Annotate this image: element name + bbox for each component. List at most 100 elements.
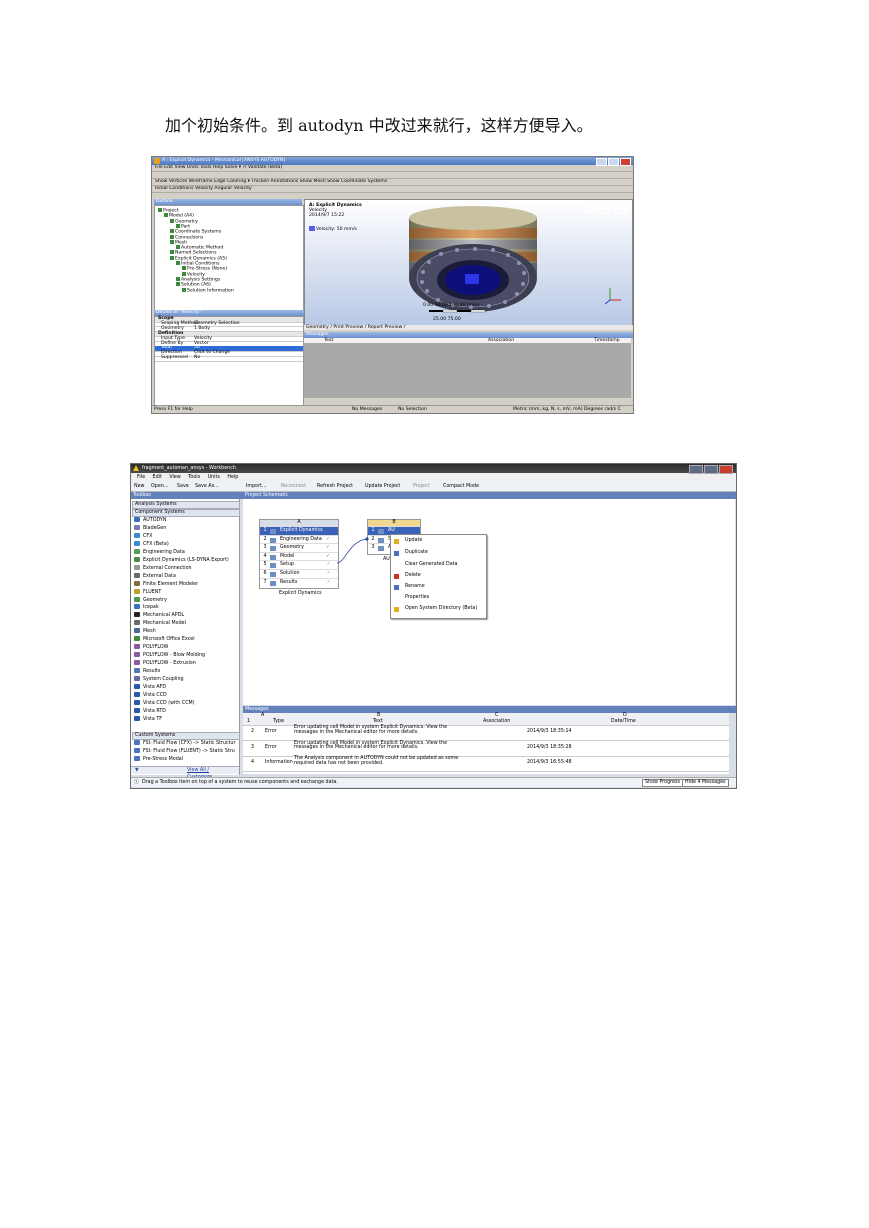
workbench-menu-bar[interactable]: File Edit View Tools Units Help: [131, 473, 736, 482]
toolbox-item-label: Icepak: [143, 605, 159, 611]
custom-system-item[interactable]: FSI: Fluid Flow (FLUENT) -> Static Stru: [134, 748, 235, 756]
save-as-button[interactable]: Save As...: [195, 482, 219, 491]
toolbox-item[interactable]: Vista CCD (with CCM): [134, 699, 195, 708]
tree-node[interactable]: Explicit Dynamics (A5): [170, 255, 227, 261]
view-all-customize-link[interactable]: ▼ View All / Customize...: [131, 766, 239, 780]
toolbox-item[interactable]: CFX: [134, 532, 152, 541]
context-menu-item[interactable]: Properties: [405, 594, 429, 602]
toolbox-item[interactable]: Mesh: [134, 628, 156, 636]
close-icon[interactable]: [719, 465, 733, 474]
context-menu-item[interactable]: Clear Generated Data: [405, 561, 458, 569]
minimize-icon[interactable]: [596, 158, 607, 166]
tree-node[interactable]: Automatic Method: [176, 245, 223, 251]
compact-mode-button[interactable]: Compact Mode: [443, 482, 479, 491]
toolbox-item[interactable]: System Coupling: [134, 676, 184, 684]
component-icon: [134, 588, 140, 594]
tree-node[interactable]: Connections: [170, 234, 203, 240]
custom-system-item[interactable]: Pre-Stress Modal: [134, 756, 183, 764]
tree-node[interactable]: Model (A4): [164, 213, 194, 219]
tree-node[interactable]: Solution (A6): [176, 282, 211, 288]
toolbox-item-label: Geometry: [143, 597, 167, 603]
project-schematic[interactable]: A 1 Explicit Dynamics 2 Engineering Data ✓ 3 G…: [243, 499, 735, 705]
message-row[interactable]: 3 Error Error updating cell Model in syste…: [243, 741, 729, 757]
context-menu-item[interactable]: Delete: [405, 572, 421, 580]
mechanical-menu-bar[interactable]: File Edit View Units Tools Help Solve ▾ …: [152, 165, 633, 172]
toolbox-item[interactable]: POLYFLOW - Extrusion: [134, 660, 196, 668]
toolbox-item[interactable]: Microsoft Office Excel: [134, 636, 195, 644]
toolbox-item[interactable]: Results: [134, 668, 160, 676]
toolbox-item[interactable]: Finite Element Modeler: [134, 580, 198, 589]
toolbox-item-label: Vista CCD: [143, 692, 167, 698]
custom-system-item[interactable]: FSI: Fluid Flow (CFX) -> Static Structur: [134, 740, 235, 748]
tree-node[interactable]: Initial Conditions: [176, 261, 220, 267]
toolbox-item[interactable]: AUTODYN: [134, 517, 166, 525]
system-a-caption[interactable]: Explicit Dynamics: [279, 591, 322, 596]
toolbox-item[interactable]: Icepak: [134, 604, 159, 612]
mechanical-toolbar-3[interactable]: Initial Conditions Velocity Angular Velo…: [152, 186, 633, 193]
save-button[interactable]: Save: [177, 482, 189, 491]
toolbox-item[interactable]: External Data: [134, 572, 176, 581]
mechanical-toolbar-2[interactable]: Show Vertices Wireframe Edge Coloring ▾ …: [152, 179, 633, 186]
toolbox-item[interactable]: Explicit Dynamics (LS-DYNA Export): [134, 556, 229, 565]
toolbox-item[interactable]: Mechanical Model: [134, 620, 186, 628]
tree-node[interactable]: Part: [176, 223, 190, 229]
toolbox-item[interactable]: Mechanical APDL: [134, 612, 184, 620]
tree-node[interactable]: Geometry: [170, 218, 198, 224]
system-a-explicit-dynamics[interactable]: A 1 Explicit Dynamics 2 Engineering Data ✓ 3 G…: [259, 519, 339, 589]
toolbox-item[interactable]: FLUENT: [134, 588, 161, 597]
toolbox-item[interactable]: Geometry: [134, 596, 167, 605]
minimize-icon[interactable]: [689, 465, 703, 474]
hide-messages-button[interactable]: Hide 4 Messages: [682, 779, 729, 787]
close-icon[interactable]: [620, 158, 631, 166]
viewport-tabs[interactable]: Geometry / Print Preview / Report Previe…: [304, 325, 633, 330]
context-menu-item[interactable]: Duplicate: [405, 549, 428, 557]
component-icon: [134, 556, 140, 562]
toolbox-item[interactable]: Vista TF: [134, 715, 162, 724]
show-progress-button[interactable]: Show Progress: [642, 779, 683, 787]
context-menu-item[interactable]: Open System Directory (Beta): [405, 605, 477, 613]
status-messages[interactable]: No Messages: [352, 406, 382, 413]
reconnect-button[interactable]: Reconnect: [281, 482, 306, 491]
message-text: Error updating cell Model in system Expl…: [294, 740, 448, 751]
message-row[interactable]: 2 Error Error updating cell Model in syste…: [243, 725, 729, 741]
toolbox-item[interactable]: BladeGen: [134, 524, 166, 533]
toolbox-item[interactable]: Vista CCD: [134, 691, 167, 700]
section-component-systems[interactable]: Component Systems: [132, 509, 240, 517]
refresh-project-button[interactable]: Refresh Project: [317, 482, 353, 491]
message-number: 3: [251, 744, 255, 750]
context-menu-item[interactable]: Update: [405, 537, 422, 545]
toolbox-item[interactable]: CFX (Beta): [134, 540, 169, 549]
tree-node[interactable]: Velocity: [182, 271, 205, 277]
tree-node[interactable]: Mesh: [170, 239, 187, 245]
tree-node[interactable]: Project: [158, 208, 179, 214]
open-button[interactable]: Open...: [151, 482, 168, 491]
mechanical-toolbar-1[interactable]: [152, 172, 633, 179]
tree-node[interactable]: Solution Information: [182, 287, 234, 293]
toolbox-item[interactable]: POLYFLOW - Blow Molding: [134, 652, 205, 660]
tree-node[interactable]: Analysis Settings: [176, 276, 220, 282]
graphics-viewport[interactable]: A: Explicit Dynamics Velocity 2014/9/7 1…: [304, 199, 633, 327]
section-analysis-systems[interactable]: Analysis Systems: [132, 501, 240, 509]
tree-node[interactable]: Coordinate Systems: [170, 229, 221, 235]
toolbox-item[interactable]: Engineering Data: [134, 548, 185, 557]
section-custom-systems[interactable]: Custom Systems: [132, 732, 240, 740]
toolbox-item[interactable]: Vista AFD: [134, 683, 166, 692]
toolbox-item[interactable]: External Connection: [134, 564, 192, 573]
maximize-icon[interactable]: [608, 158, 619, 166]
update-project-button[interactable]: Update Project: [365, 482, 400, 491]
system-b-caption[interactable]: AU: [383, 557, 390, 562]
system-a-cell[interactable]: 7 Results ⚡: [260, 577, 338, 588]
tree-node[interactable]: Pre-Stress (None): [182, 266, 227, 272]
tree-node[interactable]: Named Selections: [170, 250, 217, 256]
toolbox-item[interactable]: POLYFLOW: [134, 644, 168, 652]
details-row[interactable]: Suppressed No: [155, 356, 303, 362]
project-button[interactable]: Project: [413, 482, 429, 491]
cell-number: 7: [263, 579, 267, 585]
maximize-icon[interactable]: [704, 465, 718, 474]
message-row[interactable]: 4 Information The Analysis component in AU…: [243, 756, 729, 772]
component-icon: [134, 548, 140, 554]
new-button[interactable]: New: [134, 482, 144, 491]
import-button[interactable]: Import...: [246, 482, 267, 491]
toolbox-item[interactable]: Vista RTD: [134, 707, 166, 716]
context-menu-item[interactable]: Rename: [405, 583, 425, 591]
